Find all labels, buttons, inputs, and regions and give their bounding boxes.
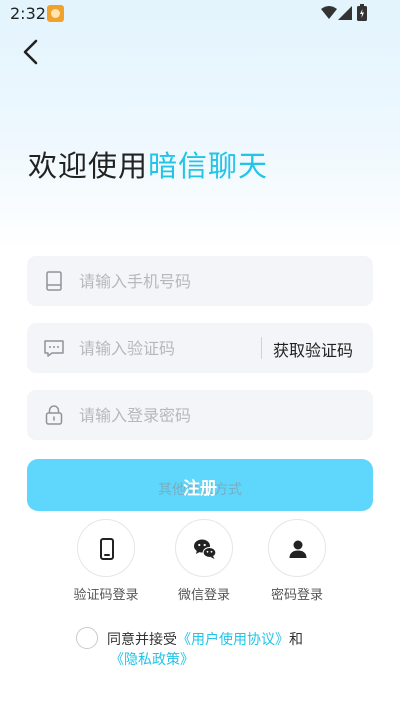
wechat-login-circle[interactable]: [175, 519, 233, 577]
verification-code-field[interactable]: 获取验证码: [27, 323, 373, 373]
agreement-prefix: 同意并接受: [107, 632, 177, 648]
password-login-label: 密码登录: [270, 588, 323, 603]
sms-login-circle[interactable]: [77, 519, 135, 577]
wechat-icon: [194, 539, 217, 559]
login-button[interactable]: 其他登录方式 注册: [27, 459, 373, 511]
code-divider: [261, 337, 262, 359]
password-login-option[interactable]: 密码登录: [252, 519, 342, 609]
back-button[interactable]: [18, 38, 46, 66]
phone-field-icon: [46, 271, 62, 291]
status-bar: 2:32: [0, 0, 400, 28]
sms-login-label: 验证码登录: [73, 588, 139, 603]
cellular-signal-icon: [338, 6, 352, 20]
battery-icon: [357, 4, 367, 21]
password-login-circle[interactable]: [268, 519, 326, 577]
agreement-and: 和: [289, 632, 303, 648]
wechat-login-label: 微信登录: [177, 588, 230, 603]
person-icon: [289, 540, 307, 558]
title-prefix: 欢迎使用: [28, 149, 149, 183]
wechat-login-option[interactable]: 微信登录: [159, 519, 249, 609]
app-notification-icon: [47, 5, 64, 22]
verification-code-input[interactable]: [79, 323, 279, 373]
page-title: 欢迎使用暗信聊天: [28, 143, 268, 185]
agreement-text-line2: 《隐私政策》: [110, 649, 194, 669]
get-code-button[interactable]: 获取验证码: [273, 337, 353, 361]
privacy-policy-link[interactable]: 《隐私政策》: [110, 652, 194, 668]
agreement-checkbox[interactable]: [76, 627, 98, 649]
phone-input[interactable]: [79, 256, 279, 306]
sms-login-option[interactable]: 验证码登录: [61, 519, 151, 609]
password-field[interactable]: [27, 390, 373, 440]
lock-icon: [45, 405, 63, 425]
status-time: 2:32: [10, 4, 46, 23]
login-button-label: 注册: [183, 479, 217, 499]
user-agreement-link[interactable]: 《用户使用协议》: [177, 632, 289, 648]
message-icon: [44, 340, 64, 357]
title-brand: 暗信聊天: [148, 149, 269, 183]
phone-icon: [100, 538, 114, 560]
password-input[interactable]: [79, 390, 279, 440]
agreement-text: 同意并接受《用户使用协议》和: [107, 629, 303, 649]
phone-field[interactable]: [27, 256, 373, 306]
wifi-icon: [321, 6, 337, 19]
